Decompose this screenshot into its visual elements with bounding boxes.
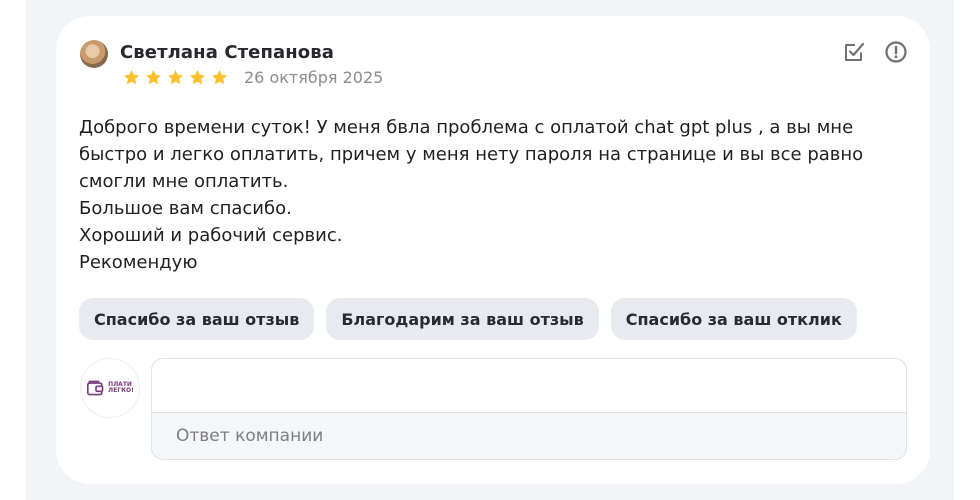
star-icon <box>189 69 206 85</box>
review-author[interactable]: Светлана Степанова <box>120 42 334 63</box>
star-icon <box>211 69 228 85</box>
quick-reply-chip[interactable]: Спасибо за ваш отклик <box>610 298 857 340</box>
star-icon <box>167 69 184 85</box>
page-margin-left <box>0 0 26 500</box>
quick-reply-chip[interactable]: Благодарим за ваш отзыв <box>326 298 599 340</box>
quick-reply-chip[interactable]: Спасибо за ваш отзыв <box>79 298 315 340</box>
user-avatar[interactable] <box>80 40 108 68</box>
wallet-icon <box>87 380 104 396</box>
checkbox-edit-icon[interactable] <box>842 40 866 64</box>
review-date: 26 октября 2025 <box>244 68 384 87</box>
star-icon <box>145 69 162 85</box>
logo-line: ЛЕГКО! <box>108 387 134 394</box>
review-card: Светлана Степанова 26 октября 2025 Добро… <box>56 16 930 484</box>
review-actions <box>842 40 908 64</box>
logo-mark: ПЛАТИ ЛЕГКО! <box>86 379 134 397</box>
company-logo: ПЛАТИ ЛЕГКО! <box>80 358 140 418</box>
star-icon <box>123 69 140 85</box>
alert-circle-icon[interactable] <box>884 40 908 64</box>
page-margin-right <box>954 0 980 500</box>
review-text: Доброго времени суток! У меня бвла пробл… <box>79 117 864 273</box>
quick-replies: Спасибо за ваш отзыв Благодарим за ваш о… <box>79 298 857 340</box>
rating-stars <box>122 68 229 87</box>
company-reply-box[interactable]: Ответ компании <box>151 358 907 460</box>
reply-input[interactable] <box>152 359 906 413</box>
reply-placeholder: Ответ компании <box>176 426 324 446</box>
logo-wordmark: ПЛАТИ ЛЕГКО! <box>108 382 134 394</box>
